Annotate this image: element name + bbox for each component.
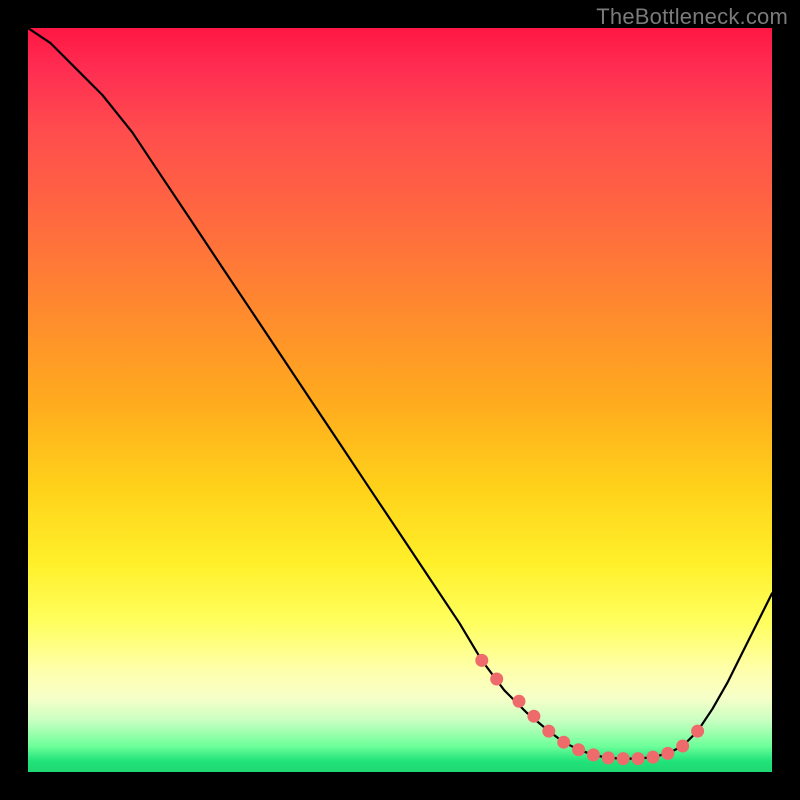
curve-layer (28, 28, 772, 772)
trough-marker (513, 695, 526, 708)
trough-marker (661, 747, 674, 760)
trough-marker (557, 736, 570, 749)
trough-marker (617, 752, 630, 765)
chart-frame: TheBottleneck.com (0, 0, 800, 800)
trough-marker (691, 725, 704, 738)
trough-marker (572, 743, 585, 756)
trough-marker (527, 710, 540, 723)
trough-marker (632, 752, 645, 765)
trough-marker (542, 725, 555, 738)
heat-gradient-plot (28, 28, 772, 772)
trough-marker (647, 751, 660, 764)
attribution-text: TheBottleneck.com (596, 4, 788, 30)
trough-marker (587, 748, 600, 761)
trough-marker (602, 751, 615, 764)
trough-marker (676, 740, 689, 753)
trough-marker (475, 654, 488, 667)
bottleneck-curve (28, 28, 772, 759)
trough-marker (490, 673, 503, 686)
